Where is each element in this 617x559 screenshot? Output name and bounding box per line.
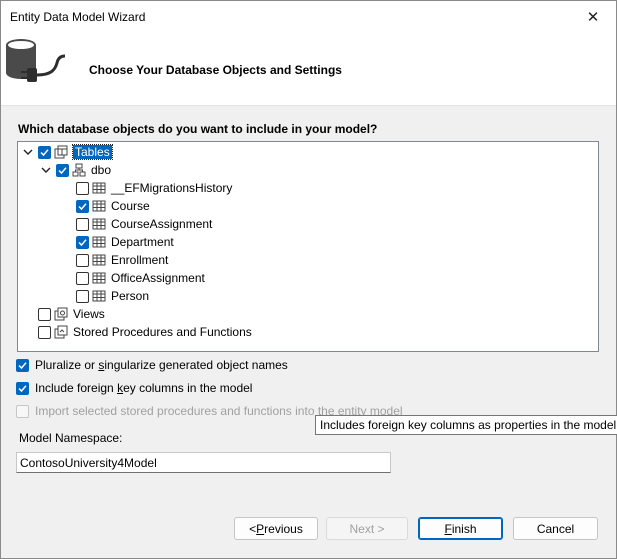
stored-procedures-checkbox[interactable] xyxy=(38,325,51,339)
table-item-label[interactable]: CourseAssignment xyxy=(111,217,212,231)
database-plug-icon xyxy=(6,39,66,82)
table-item[interactable]: Enrollment xyxy=(76,251,168,269)
table-item-checkbox[interactable] xyxy=(76,217,89,231)
wizard-window: Entity Data Model Wizard ✕ Choose Your D… xyxy=(0,0,617,559)
table-item-checkbox[interactable] xyxy=(76,235,89,249)
pluralize-option[interactable]: Pluralize or singularize generated objec… xyxy=(16,356,288,374)
model-namespace-label: Model Namespace: xyxy=(19,431,123,445)
close-button[interactable]: ✕ xyxy=(570,1,616,32)
import-sprocs-checkbox xyxy=(16,404,29,418)
table-icon xyxy=(92,236,106,248)
stored-procedures-icon xyxy=(54,325,68,339)
dbo-checkbox[interactable] xyxy=(56,163,69,177)
chevron-down-icon[interactable] xyxy=(40,164,52,176)
previous-button[interactable]: < Previous xyxy=(234,517,318,540)
tree-node-tables[interactable]: Tables xyxy=(22,143,113,161)
tree-node-dbo[interactable]: dbo xyxy=(40,161,111,179)
table-item-checkbox[interactable] xyxy=(76,181,89,195)
table-item-label[interactable]: Enrollment xyxy=(111,253,168,267)
window-title: Entity Data Model Wizard xyxy=(10,10,146,24)
page-title: Choose Your Database Objects and Setting… xyxy=(89,63,342,77)
table-icon xyxy=(92,182,106,194)
chevron-down-icon[interactable] xyxy=(22,146,34,158)
pluralize-label[interactable]: Pluralize or singularize generated objec… xyxy=(35,358,288,372)
tables-label[interactable]: Tables xyxy=(72,144,113,160)
views-checkbox[interactable] xyxy=(38,307,51,321)
table-icon xyxy=(92,254,106,266)
table-icon xyxy=(92,200,106,212)
tables-folder-icon xyxy=(54,145,68,159)
views-icon xyxy=(54,307,68,321)
dbo-label[interactable]: dbo xyxy=(91,163,111,177)
pluralize-checkbox[interactable] xyxy=(16,358,29,372)
table-item[interactable]: CourseAssignment xyxy=(76,215,212,233)
table-icon xyxy=(92,218,106,230)
table-item-label[interactable]: Course xyxy=(111,199,150,213)
table-item[interactable]: __EFMigrationsHistory xyxy=(76,179,232,197)
table-item-checkbox[interactable] xyxy=(76,289,89,303)
stored-procedures-label[interactable]: Stored Procedures and Functions xyxy=(73,325,252,339)
foreign-keys-checkbox[interactable] xyxy=(16,381,29,395)
close-icon: ✕ xyxy=(586,8,600,26)
foreign-keys-tooltip: Includes foreign key columns as properti… xyxy=(315,415,617,435)
table-icon xyxy=(92,290,106,302)
objects-question-label: Which database objects do you want to in… xyxy=(18,122,378,136)
tree-node-views[interactable]: Views xyxy=(38,305,105,323)
table-item-checkbox[interactable] xyxy=(76,253,89,267)
table-item[interactable]: OfficeAssignment xyxy=(76,269,205,287)
table-item-checkbox[interactable] xyxy=(76,199,89,213)
finish-button[interactable]: Finish xyxy=(418,517,503,540)
table-item[interactable]: Course xyxy=(76,197,150,215)
table-item-label[interactable]: OfficeAssignment xyxy=(111,271,205,285)
model-namespace-input[interactable] xyxy=(16,452,391,473)
views-label[interactable]: Views xyxy=(73,307,105,321)
table-item[interactable]: Department xyxy=(76,233,174,251)
tables-checkbox[interactable] xyxy=(38,145,51,159)
table-item-label[interactable]: Person xyxy=(111,289,149,303)
foreign-keys-label[interactable]: Include foreign key columns in the model xyxy=(35,381,252,395)
database-objects-tree[interactable]: Tables dbo __EFMigrationsHistory Course Co… xyxy=(17,141,599,352)
cancel-button[interactable]: Cancel xyxy=(513,517,598,540)
wizard-header: Choose Your Database Objects and Setting… xyxy=(1,32,616,106)
table-item-checkbox[interactable] xyxy=(76,271,89,285)
tree-node-stored-procedures[interactable]: Stored Procedures and Functions xyxy=(38,323,252,341)
foreign-keys-option[interactable]: Include foreign key columns in the model xyxy=(16,379,252,397)
table-item-label[interactable]: Department xyxy=(111,235,174,249)
next-button: Next > xyxy=(326,517,408,540)
table-icon xyxy=(92,272,106,284)
title-bar: Entity Data Model Wizard ✕ xyxy=(1,1,616,32)
table-item-label[interactable]: __EFMigrationsHistory xyxy=(111,181,232,195)
table-item[interactable]: Person xyxy=(76,287,149,305)
schema-icon xyxy=(72,163,86,177)
